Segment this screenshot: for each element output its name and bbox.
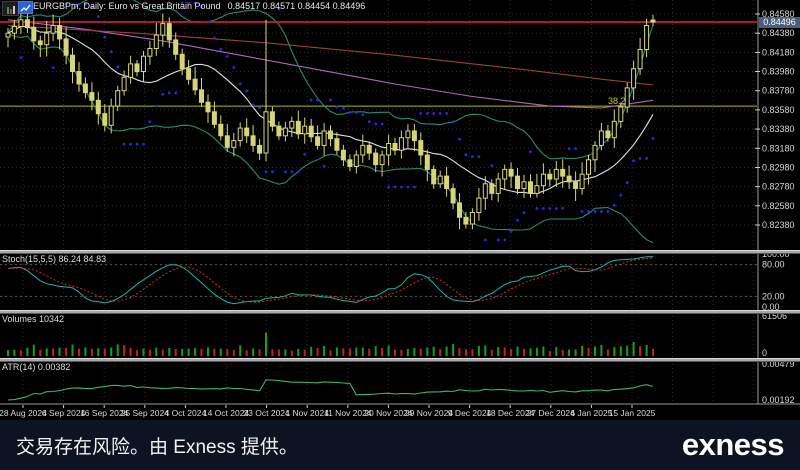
stoch-pane-label: Stoch(15,5,5) 86.24 84.83 — [2, 254, 106, 265]
svg-text:28 Aug 2024: 28 Aug 2024 — [0, 408, 47, 418]
svg-text:6 Jan 2025: 6 Jan 2025 — [570, 408, 612, 418]
volumes-pane-label: Volumes 10342 — [2, 314, 64, 325]
svg-text:1 Nov 2024: 1 Nov 2024 — [285, 408, 329, 418]
svg-text:0.83780: 0.83780 — [762, 86, 795, 96]
svg-text:0.83180: 0.83180 — [762, 143, 795, 153]
svg-text:15 Jan 2025: 15 Jan 2025 — [609, 408, 656, 418]
svg-text:0.83580: 0.83580 — [762, 105, 795, 115]
risk-disclaimer-text: 交易存在风险。由 Exness 提供。 — [16, 432, 298, 459]
svg-text:25 Sep 2024: 25 Sep 2024 — [121, 408, 169, 418]
symbol-title: EURGBPm, Daily: Euro vs Great Britain Po… — [33, 1, 221, 11]
fibonacci-382-label: 38.2 — [608, 96, 626, 107]
svg-text:0.82580: 0.82580 — [762, 201, 795, 211]
svg-text:0.82780: 0.82780 — [762, 182, 795, 192]
exness-logo: exness — [682, 427, 784, 463]
time-axis: 28 Aug 20246 Sep 202416 Sep 202425 Sep 2… — [0, 404, 800, 418]
chart-title-bar: EURGBPm, Daily: Euro vs Great Britain Po… — [33, 1, 365, 12]
svg-text:0: 0 — [762, 348, 767, 358]
candlestick-chart-icon[interactable] — [2, 1, 19, 16]
svg-text:23 Oct 2024: 23 Oct 2024 — [243, 408, 290, 418]
parabolic-sar-dots — [20, 0, 655, 241]
svg-text:0.82980: 0.82980 — [762, 163, 795, 173]
svg-text:29 Nov 2024: 29 Nov 2024 — [405, 408, 453, 418]
platform-icon[interactable] — [18, 1, 33, 14]
svg-text:0.83380: 0.83380 — [762, 124, 795, 134]
pane-separator[interactable] — [0, 310, 800, 314]
chart-canvas[interactable]: 0.847800.845800.843800.841800.839800.837… — [0, 0, 800, 420]
svg-text:6 Sep 2024: 6 Sep 2024 — [42, 408, 86, 418]
stochastic-pane — [0, 257, 757, 304]
pane-separator[interactable] — [0, 358, 800, 362]
grid — [0, 0, 757, 404]
main-pane — [0, 0, 757, 243]
svg-text:0.84180: 0.84180 — [762, 47, 795, 57]
svg-text:80.00: 80.00 — [762, 260, 785, 270]
svg-text:4 Oct 2024: 4 Oct 2024 — [165, 408, 207, 418]
svg-text:14 Oct 2024: 14 Oct 2024 — [203, 408, 250, 418]
svg-text:9 Dec 2024: 9 Dec 2024 — [448, 408, 492, 418]
candles — [6, 8, 655, 230]
ohlc-values: 0.84517 0.84571 0.84454 0.84496 — [228, 1, 366, 11]
atr-pane — [8, 380, 653, 400]
svg-text:0.82380: 0.82380 — [762, 220, 795, 230]
svg-text:20.00: 20.00 — [762, 291, 785, 301]
price-axis: 0.847800.845800.843800.841800.839800.837… — [755, 0, 795, 405]
exness-banner: 交易存在风险。由 Exness 提供。 exness — [0, 420, 800, 470]
svg-text:27 Dec 2024: 27 Dec 2024 — [527, 408, 575, 418]
current-price-tag: 0.84496 — [759, 17, 800, 28]
pane-separator[interactable] — [0, 250, 800, 254]
atr-pane-label: ATR(14) 0.00382 — [2, 362, 70, 373]
trading-chart-window: 0.847800.845800.843800.841800.839800.837… — [0, 0, 800, 470]
svg-text:0.83980: 0.83980 — [762, 67, 795, 77]
svg-text:0.84380: 0.84380 — [762, 28, 795, 38]
